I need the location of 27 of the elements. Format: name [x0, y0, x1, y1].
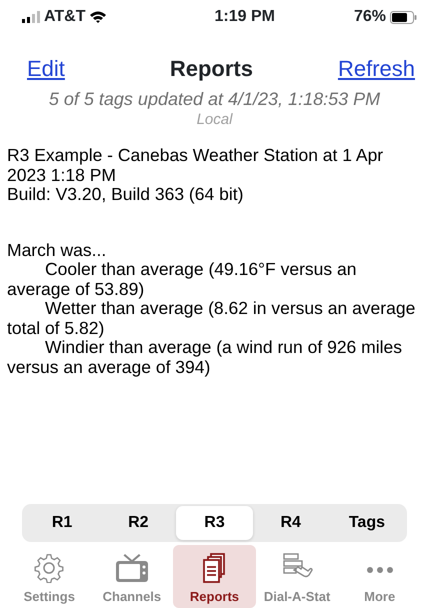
- report-text: Windier than average (a wind run of 926 miles versus an average of 394): [7, 338, 403, 377]
- segment-tab[interactable]: R1: [24, 506, 100, 540]
- edit-link[interactable]: Edit: [27, 52, 65, 84]
- signal-icon: [22, 11, 40, 23]
- gear-icon: [32, 552, 66, 582]
- segment-tab[interactable]: R3: [176, 506, 253, 540]
- more-icon: [366, 566, 393, 572]
- report-text: March was...: [7, 240, 108, 260]
- report-text: Build: V3.20, Build 363 (64 bit): [7, 185, 244, 204]
- tab-bar-item[interactable]: Reports: [173, 545, 256, 608]
- refresh-link[interactable]: Refresh: [338, 52, 415, 84]
- report-text: Wetter than average (8.62 in versus an average total of 5.82): [7, 299, 416, 338]
- segment-tab[interactable]: Tags: [328, 506, 406, 540]
- battery-icon: [390, 10, 417, 24]
- segment-tab[interactable]: R4: [252, 506, 329, 540]
- battery-percent: 76%: [354, 7, 386, 27]
- segment-tab[interactable]: R2: [100, 506, 176, 540]
- report-text: R3 Example - Canebas Weather Station at 1 Apr 2023 1:18 PM: [7, 146, 384, 185]
- documents-icon: [203, 552, 226, 582]
- update-status: 5 of 5 tags updated at 4/1/23, 1:18:53 PM: [48, 88, 382, 110]
- timezone-label: Local: [196, 110, 234, 130]
- tv-icon: [114, 552, 149, 582]
- wifi-icon: [89, 10, 108, 24]
- carrier-name: AT&T: [44, 7, 86, 27]
- report-text: Cooler than average (49.16°F versus an average of 53.89): [7, 260, 358, 299]
- screen-title: Reports: [170, 54, 253, 83]
- status-time: 1:19 PM: [213, 7, 276, 27]
